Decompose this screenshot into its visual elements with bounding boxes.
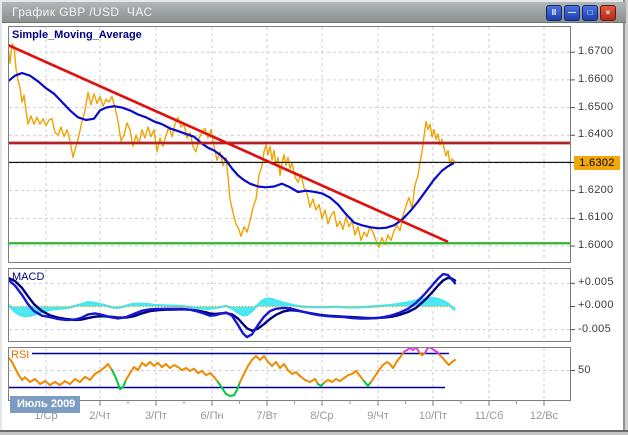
price-axis-label: 1.6600: [578, 73, 613, 85]
date-label: 7/Вт: [244, 410, 290, 422]
price-axis-label: 1.6200: [578, 184, 613, 196]
date-label: 10/Пт: [410, 410, 456, 422]
title-bar[interactable]: График GBP /USD ЧАС II — □ ×: [2, 2, 626, 23]
frame-left: [0, 0, 2, 435]
minimize-button[interactable]: —: [564, 5, 580, 21]
price-chart-panel[interactable]: [8, 26, 571, 263]
macd-axis-label: +0.000: [578, 299, 614, 311]
macd-indicator-label: MACD: [12, 271, 44, 283]
date-label: 8/Ср: [299, 410, 345, 422]
macd-panel[interactable]: [8, 268, 571, 342]
rsi-indicator-label: RSI: [11, 349, 29, 361]
month-badge: Июль 2009: [10, 396, 80, 413]
date-label: 6/Пн: [189, 410, 235, 422]
window-controls: II — □ ×: [546, 5, 616, 21]
price-axis-label: 1.6400: [578, 128, 613, 140]
current-price-badge: 1.6302: [574, 156, 620, 170]
price-axis-label: 1.6000: [578, 239, 613, 251]
window-title: График GBP /USD ЧАС: [12, 5, 153, 19]
chart-window: График GBP /USD ЧАС II — □ × Simple_Movi…: [0, 0, 628, 435]
date-label: 3/Пт: [133, 410, 179, 422]
close-button[interactable]: ×: [600, 5, 616, 21]
date-label: 12/Вс: [521, 410, 567, 422]
date-label: 9/Чт: [355, 410, 401, 422]
macd-axis-label: -0.005: [578, 323, 611, 335]
macd-axis-label: +0.005: [578, 276, 614, 288]
price-axis-label: 1.6700: [578, 45, 613, 57]
date-label: 2/Чт: [77, 410, 123, 422]
rsi-panel[interactable]: [8, 347, 571, 401]
rsi-axis-label: 50: [578, 364, 591, 376]
date-label: 11/Сб: [466, 410, 512, 422]
price-axis-label: 1.6500: [578, 101, 613, 113]
chart-mode-button[interactable]: II: [546, 5, 562, 21]
price-axis-label: 1.6100: [578, 211, 613, 223]
maximize-button[interactable]: □: [582, 5, 598, 21]
sma-indicator-label: Simple_Moving_Average: [12, 29, 142, 41]
